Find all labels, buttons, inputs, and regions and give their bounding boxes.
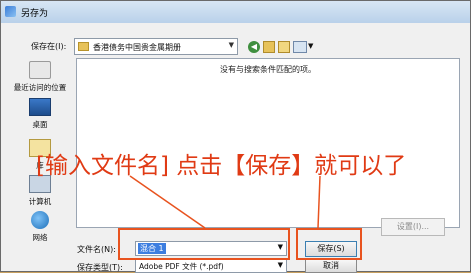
save-pointer-line [317,175,321,229]
filename-pointer-line [129,175,206,229]
instruction-annotation: [输入文件名] 点击【保存】就可以了 [36,153,407,179]
annotation-pointer-lines [129,175,321,229]
